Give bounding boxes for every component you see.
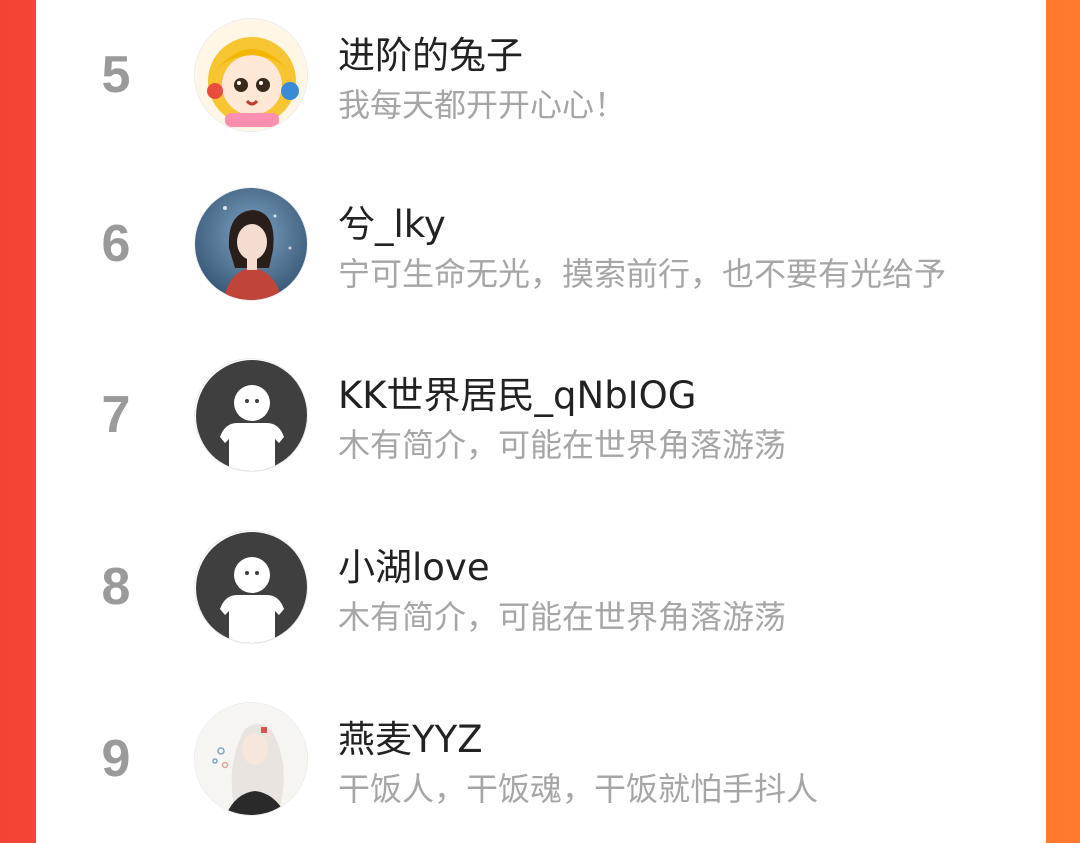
user-name[interactable]: 小湖love bbox=[338, 537, 490, 591]
anime-girl-blonde-avatar[interactable] bbox=[194, 18, 308, 132]
rank-number: 8 bbox=[101, 558, 131, 616]
default-user-avatar[interactable] bbox=[194, 530, 308, 644]
leaderboard-row-8[interactable]: 8 小湖love 木有简介，可能在世界角落游荡 bbox=[36, 512, 1046, 662]
white-hair-girl-avatar[interactable] bbox=[194, 702, 308, 816]
user-bio: 木有简介，可能在世界角落游荡 bbox=[338, 426, 787, 464]
rank-number: 5 bbox=[101, 46, 131, 104]
user-name[interactable]: 进阶的兔子 bbox=[338, 25, 523, 79]
user-name[interactable]: KK世界居民_qNbIOG bbox=[338, 365, 696, 419]
user-name[interactable]: 兮_lky bbox=[338, 194, 446, 248]
leaderboard-row-5[interactable]: 5 进阶的兔子 我每天都开开心心！ bbox=[36, 0, 1046, 150]
leaderboard-row-9[interactable]: 9 燕麦YYZ 干饭人，干饭魂，干饭就怕手抖人 bbox=[36, 684, 1046, 834]
user-name[interactable]: 燕麦YYZ bbox=[338, 709, 483, 763]
user-bio: 干饭人，干饭魂，干饭就怕手抖人 bbox=[338, 770, 819, 808]
leaderboard-panel: 5 进阶的兔子 我每天都开开心心！ 6 兮_lky 宁可生命无光，摸索前行，也不… bbox=[36, 0, 1046, 843]
rank-number: 9 bbox=[101, 730, 131, 788]
leaderboard-row-6[interactable]: 6 兮_lky 宁可生命无光，摸索前行，也不要有光给予 bbox=[36, 169, 1046, 319]
default-user-avatar[interactable] bbox=[194, 358, 308, 472]
user-bio: 宁可生命无光，摸索前行，也不要有光给予 bbox=[338, 255, 947, 293]
user-bio: 我每天都开开心心！ bbox=[338, 86, 627, 124]
user-bio: 木有简介，可能在世界角落游荡 bbox=[338, 598, 787, 636]
leaderboard-row-7[interactable]: 7 KK世界居民_qNbIOG 木有简介，可能在世界角落游荡 bbox=[36, 340, 1046, 490]
girl-red-dress-avatar[interactable] bbox=[194, 187, 308, 301]
rank-number: 6 bbox=[101, 215, 131, 273]
rank-number: 7 bbox=[101, 386, 131, 444]
